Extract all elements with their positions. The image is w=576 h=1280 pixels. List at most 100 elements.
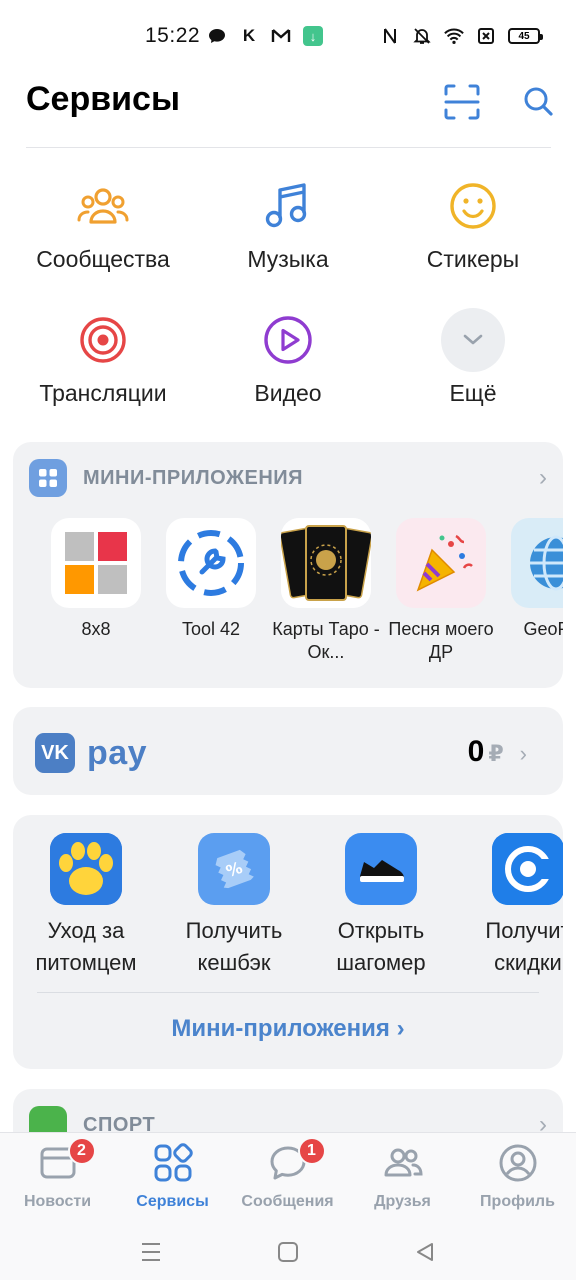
promo-text-line2: питомцем [35,950,137,975]
service-video[interactable]: Видео [198,312,378,407]
status-bar: 15:22 K ↓ 45 [0,0,576,72]
mini-apps-row: 8x8 Tool 42 Карты Таро - Ок... Песня мое… [41,518,563,678]
mini-app-tarot[interactable]: Карты Таро - Ок... [271,518,381,664]
promo-text-line2: скидки [494,950,562,975]
sim-icon [476,26,496,46]
paw-icon [50,833,122,905]
mini-apps-header[interactable]: МИНИ-ПРИЛОЖЕНИЯ › [29,458,547,498]
service-more[interactable]: Ещё [383,308,563,407]
smile-icon [445,178,501,234]
nav-messages[interactable]: 1 Сообщения [230,1137,345,1211]
promo-text-line1: Открыть [337,918,425,943]
mini-apps-title: МИНИ-ПРИЛОЖЕНИЯ [83,466,304,489]
back-button[interactable] [407,1234,443,1270]
pay-word: pay [87,733,148,772]
promo-text-line2: шагомер [336,950,426,975]
search-button[interactable] [519,82,559,122]
nav-badge: 2 [67,1137,96,1165]
wifi-icon [444,26,464,46]
promo-divider [37,992,539,993]
service-label: Музыка [247,246,329,272]
chat-bubble-icon [207,26,227,46]
promo-text: Получить кешбэк [161,915,307,979]
status-time: 15:22 [145,24,201,47]
nav-badge: 1 [297,1137,326,1165]
service-label: Трансляции [39,380,167,406]
promo-row: Уход за питомцем % Получить кешбэк Открыть… [13,833,563,993]
service-stickers[interactable]: Стикеры [383,178,563,273]
battery-icon: 45 [508,28,543,44]
back-triangle-icon [417,1243,433,1261]
system-nav-bar [0,1224,576,1280]
chevron-down-icon [463,334,483,345]
promo-text: Уход за питомцем [13,915,159,979]
mute-icon [412,26,432,46]
mini-app-name: GeoPuz [523,619,563,639]
app-icon-tool42 [166,518,256,608]
service-broadcasts[interactable]: Трансляции [13,312,193,407]
mini-apps-card: МИНИ-ПРИЛОЖЕНИЯ › 8x8 Tool 42 Карты Таро… [13,442,563,688]
mini-app-birthday-song[interactable]: Песня моего ДР [386,518,496,664]
service-communities[interactable]: Сообщества [13,178,193,273]
mini-app-tool42[interactable]: Tool 42 [156,518,266,641]
currency-symbol: ₽ [488,741,504,766]
more-circle [441,308,505,372]
mini-app-name: Песня моего ДР [388,619,494,662]
community-icon [75,178,131,234]
video-icon [260,312,316,368]
qr-scan-button[interactable] [442,82,482,122]
chevron-right-icon: › [519,741,527,766]
promo-cashback[interactable]: % Получить кешбэк [161,833,307,979]
mini-app-8x8[interactable]: 8x8 [41,518,151,641]
header: Сервисы [0,72,576,148]
mini-app-geopuz[interactable]: GeoPuz [501,518,563,641]
party-popper-icon [396,518,486,608]
promo-text-line2: кешбэк [197,950,271,975]
mini-app-name: Tool 42 [181,619,241,639]
news-icon: 2 [38,1137,96,1183]
nav-label: Новости [23,1193,92,1210]
service-label: Ещё [449,380,497,406]
nav-services[interactable]: Сервисы [115,1143,230,1211]
promo-card: Уход за питомцем % Получить кешбэк Открыть… [13,815,563,1069]
nav-friends[interactable]: Друзья [345,1143,460,1211]
nav-news[interactable]: 2 Новости [0,1137,115,1211]
nav-label: Профиль [480,1193,555,1210]
nav-profile[interactable]: Профиль [460,1143,575,1211]
promo-text-line1: Получит [485,918,563,943]
promo-text-line1: Уход за [47,918,125,943]
home-button[interactable] [270,1234,306,1270]
service-label: Видео [254,380,322,406]
vk-logo-icon: VK [35,733,75,773]
promo-text-line1: Получить [185,918,283,943]
qr-scan-icon [444,84,480,120]
page-title: Сервисы [26,80,180,118]
app-icon-8x8 [51,518,141,608]
service-label: Сообщества [36,246,170,272]
battery-level: 45 [518,30,530,42]
bottom-nav: 2 Новости Сервисы 1 Сообщения Друзья Про… [0,1132,576,1224]
search-icon [524,87,553,116]
pay-balance: 0 ₽ › [468,735,527,769]
promo-pedometer[interactable]: Открыть шагомер [308,833,454,979]
vk-pay-card[interactable]: VK pay 0 ₽ › [13,707,563,795]
menu-icon [142,1243,160,1261]
mini-apps-link[interactable]: Мини-приложения › [13,1015,563,1043]
sneaker-icon [345,833,417,905]
coupon-icon: % [198,833,270,905]
download-icon: ↓ [303,26,323,46]
nav-label: Сообщения [241,1193,334,1210]
services-icon [153,1143,193,1183]
service-label: Стикеры [426,246,520,272]
promo-pet-care[interactable]: Уход за питомцем [13,833,159,979]
recents-button[interactable] [133,1234,169,1270]
nfc-icon [380,26,400,46]
service-music[interactable]: Музыка [198,178,378,273]
friends-icon [383,1143,423,1183]
app-icon-tarot [281,518,371,608]
promo-discounts[interactable]: Получит скидки [455,833,563,979]
discount-c-icon [492,833,563,905]
gmail-icon [271,26,291,46]
promo-text: Открыть шагомер [308,915,454,979]
music-icon [260,178,316,234]
